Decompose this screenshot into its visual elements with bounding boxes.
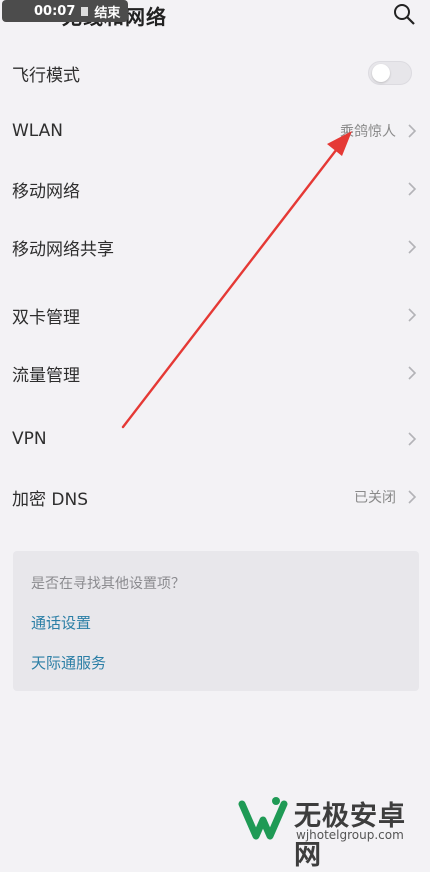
row-label: 加密 DNS (12, 489, 89, 510)
chevron-right-icon (408, 240, 417, 254)
link-call-settings[interactable]: 通话设置 (31, 612, 91, 633)
suggestion-title: 是否在寻找其他设置项？ (31, 576, 185, 592)
chevron-right-icon (408, 124, 417, 138)
row-mobile-network[interactable]: 移动网络 (0, 160, 430, 218)
recording-end-label: 结束 (94, 5, 121, 21)
row-label: VPN (12, 429, 47, 449)
chevron-right-icon (408, 490, 417, 504)
row-label: 飞行模式 (12, 65, 80, 86)
row-vpn[interactable]: VPN (0, 410, 430, 468)
chevron-right-icon (408, 366, 417, 380)
row-tethering[interactable]: 移动网络共享 (0, 218, 430, 276)
row-label: 流量管理 (12, 365, 80, 386)
chevron-right-icon (408, 308, 417, 322)
settings-list: 飞行模式 WLAN 乘鸽惊人 移动网络 移动网络共享 双卡管理 流量管理 VPN… (0, 44, 430, 526)
row-label: 移动网络 (12, 181, 80, 202)
row-private-dns[interactable]: 加密 DNS 已关闭 (0, 468, 430, 526)
row-data-usage[interactable]: 流量管理 (0, 344, 430, 402)
toggle-knob (372, 64, 390, 82)
chevron-right-icon (408, 182, 417, 196)
row-value: 乘鸽惊人 (340, 124, 396, 140)
row-wlan[interactable]: WLAN 乘鸽惊人 (0, 102, 430, 160)
watermark: 无极安卓网 wjhotelgroup.com (236, 792, 430, 871)
row-label: 移动网络共享 (12, 239, 114, 260)
link-skyroam-service[interactable]: 天际通服务 (31, 652, 106, 673)
chevron-right-icon (408, 432, 417, 446)
watermark-logo-icon (238, 797, 288, 840)
top-bar: 无线和网络 00:07 结束 (0, 0, 430, 30)
suggestion-card: 是否在寻找其他设置项？ 通话设置 天际通服务 (13, 551, 419, 691)
row-dual-sim[interactable]: 双卡管理 (0, 286, 430, 344)
row-value: 已关闭 (354, 490, 396, 506)
watermark-url: wjhotelgroup.com (296, 828, 404, 842)
screen-recording-badge[interactable]: 00:07 结束 (2, 0, 129, 22)
airplane-mode-toggle[interactable] (368, 61, 412, 85)
row-label: 双卡管理 (12, 307, 80, 328)
row-label: WLAN (12, 121, 64, 141)
stop-icon (81, 6, 89, 16)
row-airplane-mode[interactable]: 飞行模式 (0, 44, 430, 102)
search-icon[interactable] (392, 2, 416, 26)
recording-time: 00:07 (34, 3, 76, 19)
